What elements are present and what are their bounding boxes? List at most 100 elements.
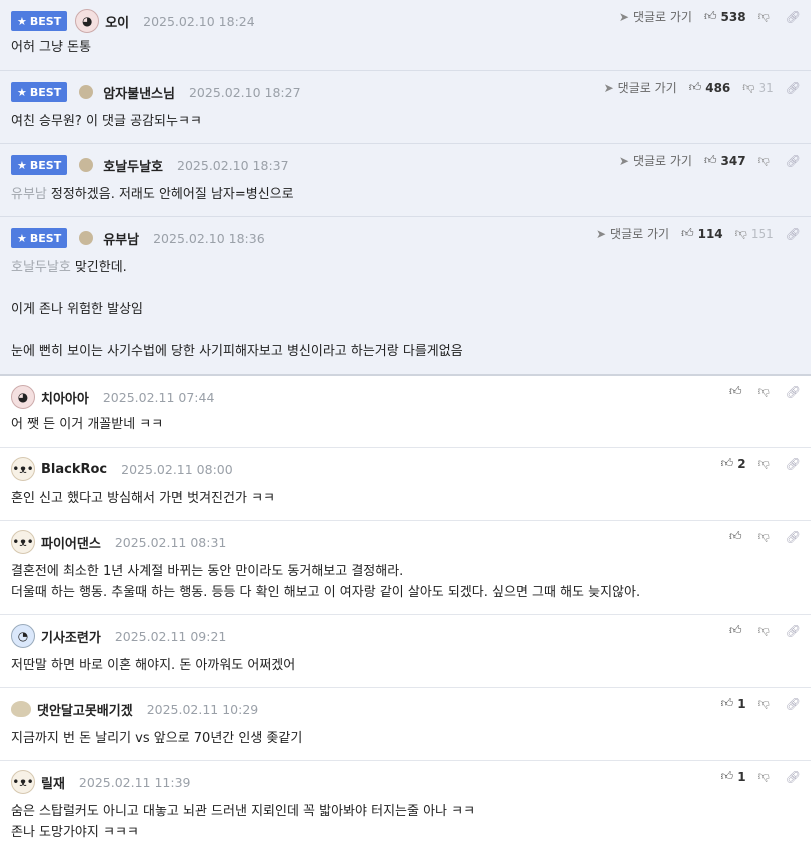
link-icon: 🔗︎ (785, 456, 801, 471)
link-icon: 🔗︎ (785, 696, 801, 711)
downvote-button[interactable]: 👎︎ (758, 623, 774, 638)
star-icon: ★ (17, 14, 27, 28)
downvote-button[interactable]: 👎︎ (758, 384, 774, 399)
thumbs-down-icon: 👎︎ (757, 9, 770, 23)
comment-date: 2025.02.10 18:36 (153, 230, 265, 246)
copy-link-button[interactable]: 🔗︎ (786, 624, 801, 638)
copy-link-button[interactable]: 🔗︎ (786, 385, 801, 399)
comment-date: 2025.02.11 09:21 (114, 628, 227, 644)
downvote-button[interactable]: 👎︎ (758, 769, 774, 784)
copy-link-button[interactable]: 🔗︎ (786, 81, 801, 95)
thumbs-up-icon: 👍︎ (681, 226, 694, 240)
best-badge: ★ BEST (11, 82, 68, 102)
nickname[interactable]: 릴재 (41, 773, 65, 792)
send-arrow-icon: ➤ (618, 9, 629, 24)
best-badge: ★ BEST (11, 228, 68, 248)
avatar[interactable]: •ᴥ• (11, 457, 35, 481)
avatar[interactable] (79, 158, 94, 172)
nickname[interactable]: 파이어댄스 (41, 533, 101, 552)
star-icon: ★ (17, 85, 27, 99)
thumbs-down-icon: 👎︎ (757, 623, 770, 637)
send-arrow-icon: ➤ (618, 153, 629, 168)
avatar[interactable] (79, 231, 94, 245)
comment-body: 어 쨋 든 이거 개꼴받네 ㅋㅋ (11, 417, 164, 432)
nickname[interactable]: 기사조련가 (41, 627, 101, 646)
avatar[interactable] (11, 701, 31, 717)
thumbs-down-icon: 👎︎ (757, 769, 770, 783)
thumbs-up-icon: 👍︎ (703, 9, 717, 23)
mention[interactable]: 호날두날호 (11, 260, 71, 275)
upvote-button[interactable]: 👍︎ 114 (681, 226, 723, 241)
avatar[interactable]: ◕ (75, 9, 100, 33)
thumbs-down-icon: 👎︎ (734, 226, 747, 240)
link-icon: 🔗︎ (785, 226, 801, 241)
nickname[interactable]: 유부남 (103, 229, 139, 248)
comment-body: 여친 승무원? 이 댓글 공감되누ㅋㅋ (11, 114, 202, 129)
avatar[interactable]: •ᴥ• (11, 530, 35, 554)
comment-body: 결혼전에 최소한 1년 사계절 바뀌는 동안 만이라도 동거해보고 결정해라. … (11, 564, 641, 600)
link-icon: 🔗︎ (785, 9, 801, 24)
mention[interactable]: 유부남 (11, 187, 47, 202)
comment: •ᴥ• BlackRoc 2025.02.11 08:00 👍︎ 2 👎︎ 🔗︎ … (0, 448, 811, 521)
comment: •ᴥ• 파이어댄스 2025.02.11 08:31 👍︎ 👎︎ 🔗︎ 결혼전에… (0, 521, 811, 615)
copy-link-button[interactable]: 🔗︎ (786, 530, 801, 544)
thumbs-up-icon: 👍︎ (729, 529, 742, 543)
downvote-button[interactable]: 👎︎ (758, 696, 774, 711)
nickname[interactable]: 호날두날호 (103, 156, 163, 175)
copy-link-button[interactable]: 🔗︎ (786, 457, 801, 471)
nickname[interactable]: 암자불낸스님 (103, 83, 175, 102)
copy-link-button[interactable]: 🔗︎ (786, 154, 801, 168)
downvote-button[interactable]: 👎︎ (758, 529, 774, 544)
best-comment: ★ BEST 유부남 2025.02.10 18:36 ➤ 댓글로 가기 👍︎ 114… (0, 217, 811, 374)
avatar[interactable]: ◕ (11, 385, 35, 409)
copy-link-button[interactable]: 🔗︎ (786, 227, 801, 241)
goto-comment-button[interactable]: ➤ 댓글로 가기 (619, 152, 692, 169)
upvote-button[interactable]: 👍︎ 347 (704, 153, 746, 168)
goto-comment-button[interactable]: ➤ 댓글로 가기 (596, 225, 669, 242)
send-arrow-icon: ➤ (595, 226, 607, 241)
avatar[interactable] (79, 85, 94, 99)
nickname[interactable]: BlackRoc (41, 462, 107, 477)
thumbs-up-icon: 👍︎ (703, 153, 717, 167)
upvote-button[interactable]: 👍︎ (729, 623, 746, 638)
comment: •ᴥ• 릴재 2025.02.11 11:39 👍︎ 1 👎︎ 🔗︎ 숨은 스탑럴… (0, 761, 811, 854)
comment-body: 유부남 정정하겠음. 저래도 안헤어질 남자=병신으로 (11, 187, 294, 202)
copy-link-button[interactable]: 🔗︎ (786, 770, 801, 784)
link-icon: 🔗︎ (785, 769, 801, 784)
thumbs-up-icon: 👍︎ (729, 623, 742, 637)
copy-link-button[interactable]: 🔗︎ (786, 10, 801, 24)
comment: ◔ 기사조련가 2025.02.11 09:21 👍︎ 👎︎ 🔗︎ 저딴말 하면… (0, 615, 811, 688)
nickname[interactable]: 치아아아 (41, 388, 89, 407)
goto-comment-button[interactable]: ➤ 댓글로 가기 (619, 8, 692, 25)
link-icon: 🔗︎ (785, 80, 801, 95)
downvote-button[interactable]: 👎︎ 151 (735, 226, 774, 241)
link-icon: 🔗︎ (785, 153, 801, 168)
downvote-button[interactable]: 👎︎ (758, 456, 774, 471)
comment-body: 어허 그냥 돈통 (11, 40, 92, 55)
upvote-button[interactable]: 👍︎ 1 (721, 769, 746, 784)
avatar[interactable]: ◔ (11, 624, 35, 648)
goto-comment-button[interactable]: ➤ 댓글로 가기 (604, 79, 677, 96)
comment-date: 2025.02.10 18:27 (188, 84, 301, 100)
copy-link-button[interactable]: 🔗︎ (786, 697, 801, 711)
upvote-button[interactable]: 👍︎ (729, 529, 746, 544)
avatar[interactable]: •ᴥ• (11, 770, 35, 794)
star-icon: ★ (17, 231, 27, 245)
best-comment: ★ BEST ◕ 오이 2025.02.10 18:24 ➤ 댓글로 가기 👍︎ 53… (0, 0, 811, 71)
comment-date: 2025.02.11 08:31 (114, 534, 227, 550)
upvote-button[interactable]: 👍︎ 1 (721, 696, 746, 711)
best-comment: ★ BEST 호날두날호 2025.02.10 18:37 ➤ 댓글로 가기 👍︎ 3… (0, 144, 811, 217)
nickname[interactable]: 댓안달고못배기겠 (37, 700, 133, 719)
upvote-button[interactable]: 👍︎ (729, 384, 746, 399)
thumbs-down-icon: 👎︎ (757, 456, 770, 470)
upvote-button[interactable]: 👍︎ 2 (721, 456, 746, 471)
comment-date: 2025.02.11 10:29 (146, 701, 259, 717)
downvote-button[interactable]: 👎︎ (758, 9, 774, 24)
downvote-button[interactable]: 👎︎ 31 (742, 80, 773, 95)
downvote-button[interactable]: 👎︎ (758, 153, 774, 168)
upvote-button[interactable]: 👍︎ 486 (689, 80, 731, 95)
link-icon: 🔗︎ (785, 384, 801, 399)
upvote-button[interactable]: 👍︎ 538 (704, 9, 746, 24)
link-icon: 🔗︎ (785, 623, 801, 638)
nickname[interactable]: 오이 (105, 12, 129, 31)
